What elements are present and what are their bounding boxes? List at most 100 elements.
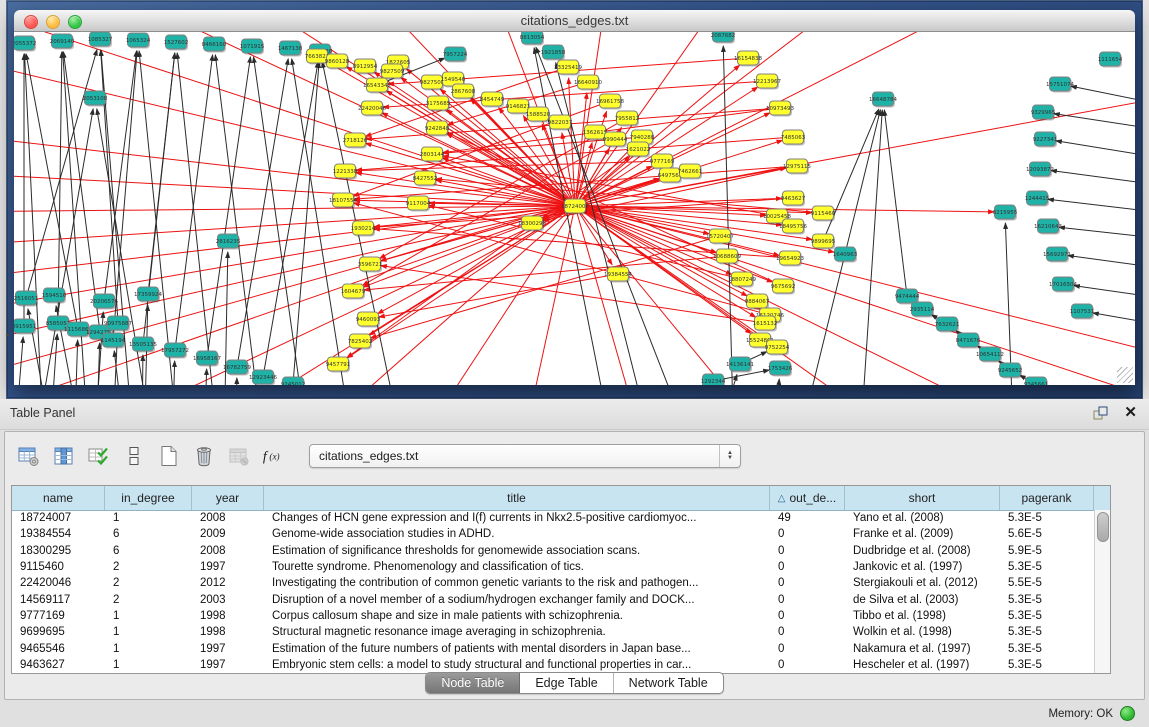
network-node[interactable]: 10654112 xyxy=(976,347,1004,363)
network-node[interactable]: 8454749 xyxy=(480,92,505,108)
network-node[interactable]: 1221338 xyxy=(333,164,358,180)
table-scrollbar-thumb[interactable] xyxy=(1097,512,1109,542)
network-edge[interactable] xyxy=(1005,223,1014,385)
network-node[interactable]: 3915951 xyxy=(14,319,36,335)
network-node[interactable]: 2718126 xyxy=(343,133,368,149)
network-node[interactable]: 9827509 xyxy=(380,64,405,80)
network-node[interactable]: 9777169 xyxy=(650,154,675,170)
table-scrollbar[interactable] xyxy=(1094,510,1110,673)
network-node[interactable]: 15751074 xyxy=(1046,77,1074,93)
float-panel-icon[interactable] xyxy=(1092,405,1110,421)
network-edge[interactable] xyxy=(774,379,779,385)
network-node[interactable]: 1753426 xyxy=(768,361,793,377)
tab-node-table[interactable]: Node Table xyxy=(426,673,520,693)
network-node[interactable]: 20206576 xyxy=(90,294,118,310)
network-node[interactable]: 9860128 xyxy=(325,54,350,70)
network-node[interactable]: 90975887 xyxy=(104,316,132,332)
table-row[interactable]: 2242004622012Investigating the contribut… xyxy=(12,575,1095,591)
table-row[interactable]: 1872400712008Changes of HCN gene express… xyxy=(12,510,1095,526)
network-node[interactable]: 2069140 xyxy=(50,34,75,50)
network-node[interactable]: 8471676 xyxy=(956,333,981,349)
network-node[interactable]: 18300295 xyxy=(518,216,546,232)
network-node[interactable]: 1604679 xyxy=(341,284,366,300)
close-panel-icon[interactable]: ✕ xyxy=(1124,405,1137,421)
network-node[interactable]: 10973493 xyxy=(766,101,794,117)
network-node[interactable]: 16961758 xyxy=(596,94,624,110)
network-node[interactable]: 9245652 xyxy=(998,363,1023,379)
network-node[interactable]: 10688609 xyxy=(713,249,741,265)
network-node[interactable]: 17016504 xyxy=(1049,277,1077,293)
network-node[interactable]: 3596721 xyxy=(358,257,383,273)
network-node[interactable]: 9329965 xyxy=(1031,105,1056,121)
network-node[interactable]: 9245012 xyxy=(281,377,306,385)
network-node[interactable]: 16648784 xyxy=(869,92,897,108)
delete-table-icon[interactable] xyxy=(192,445,216,467)
network-edge[interactable] xyxy=(1048,199,1135,214)
network-edge[interactable] xyxy=(177,53,219,385)
network-node[interactable]: 12093872 xyxy=(1026,162,1054,178)
table-row[interactable]: 911546021997Tourette syndrome. Phenomeno… xyxy=(12,559,1095,575)
network-node[interactable]: 7957224 xyxy=(443,47,468,63)
zoom-window-button[interactable] xyxy=(68,15,82,29)
network-node[interactable]: 17957272 xyxy=(161,343,189,359)
network-node[interactable]: 9752254 xyxy=(765,340,790,356)
table-row[interactable]: 946554611997Estimation of the future num… xyxy=(12,640,1095,656)
network-node[interactable]: 1594516 xyxy=(42,288,67,304)
function-builder-icon[interactable]: f (x) xyxy=(262,445,286,467)
network-node[interactable]: 7462661 xyxy=(678,164,703,180)
network-node[interactable]: 2055372 xyxy=(14,36,36,52)
network-canvas[interactable]: 2055372206914010853271065324152760284661… xyxy=(14,32,1135,385)
network-node[interactable]: 19654923 xyxy=(776,251,804,267)
network-node[interactable]: 3175685 xyxy=(426,96,451,112)
network-node[interactable]: 16958167 xyxy=(193,351,221,367)
network-node[interactable]: 9899695 xyxy=(811,234,836,250)
network-node[interactable]: 2516051 xyxy=(14,291,38,307)
network-node[interactable]: 7825402 xyxy=(348,334,373,350)
table-row[interactable]: 1830029562008Estimation of significance … xyxy=(12,543,1095,559)
network-node[interactable]: 9675692 xyxy=(771,279,796,295)
network-edge[interactable] xyxy=(1071,86,1135,107)
network-node[interactable]: 9115460 xyxy=(811,206,836,222)
network-node[interactable]: 8215955 xyxy=(993,205,1018,221)
minimize-window-button[interactable] xyxy=(46,15,60,29)
network-edge[interactable] xyxy=(347,149,638,358)
tab-edge-table[interactable]: Edge Table xyxy=(520,673,613,693)
network-node[interactable]: 9460093 xyxy=(356,312,381,328)
network-edge[interactable] xyxy=(723,46,734,385)
network-edge[interactable] xyxy=(884,110,907,296)
network-node[interactable]: 13505135 xyxy=(129,337,157,353)
table-settings-icon[interactable] xyxy=(17,445,41,467)
window-titlebar[interactable]: citations_edges.txt xyxy=(14,10,1135,32)
network-node[interactable]: 1111654 xyxy=(1098,52,1123,68)
table-row[interactable]: 977716911998Corpus callosum shape and si… xyxy=(12,608,1095,624)
network-node[interactable]: 2803144 xyxy=(420,147,445,163)
network-edge[interactable] xyxy=(575,206,732,275)
network-node[interactable]: 9345661 xyxy=(1024,377,1049,385)
network-node[interactable]: 1085327 xyxy=(88,32,113,48)
network-node[interactable]: 16210643 xyxy=(1034,219,1062,235)
network-edge[interactable] xyxy=(14,337,23,385)
network-edge[interactable] xyxy=(14,206,575,247)
network-node[interactable]: 1640963 xyxy=(833,247,858,263)
network-node[interactable]: 16543342 xyxy=(363,78,391,94)
network-node[interactable]: 1930214 xyxy=(351,221,376,237)
network-node[interactable]: 1921858 xyxy=(541,45,566,61)
network-edge[interactable] xyxy=(25,54,44,385)
network-node[interactable]: 2935114 xyxy=(910,302,935,318)
table-column-icon[interactable] xyxy=(52,445,76,467)
network-edge[interactable] xyxy=(1051,170,1135,187)
network-node[interactable]: 15720407 xyxy=(706,229,734,245)
network-node[interactable]: 18724007 xyxy=(561,199,589,215)
table-row[interactable]: 969969511998Structural magnetic resonanc… xyxy=(12,624,1095,640)
network-node[interactable]: 1527602 xyxy=(164,35,189,51)
memory-status-indicator[interactable] xyxy=(1120,706,1135,721)
network-node[interactable]: 9463627 xyxy=(781,191,806,207)
network-node[interactable]: 9884067 xyxy=(745,294,770,310)
network-edge[interactable] xyxy=(381,266,765,323)
network-node[interactable]: 9822037 xyxy=(548,115,573,131)
network-node[interactable]: 1145194 xyxy=(101,333,126,349)
column-header-short[interactable]: short xyxy=(845,486,1000,510)
network-edge[interactable] xyxy=(1054,114,1135,132)
column-header-pagerank[interactable]: pagerank xyxy=(1000,486,1094,510)
network-node[interactable]: 16782759 xyxy=(223,360,251,376)
